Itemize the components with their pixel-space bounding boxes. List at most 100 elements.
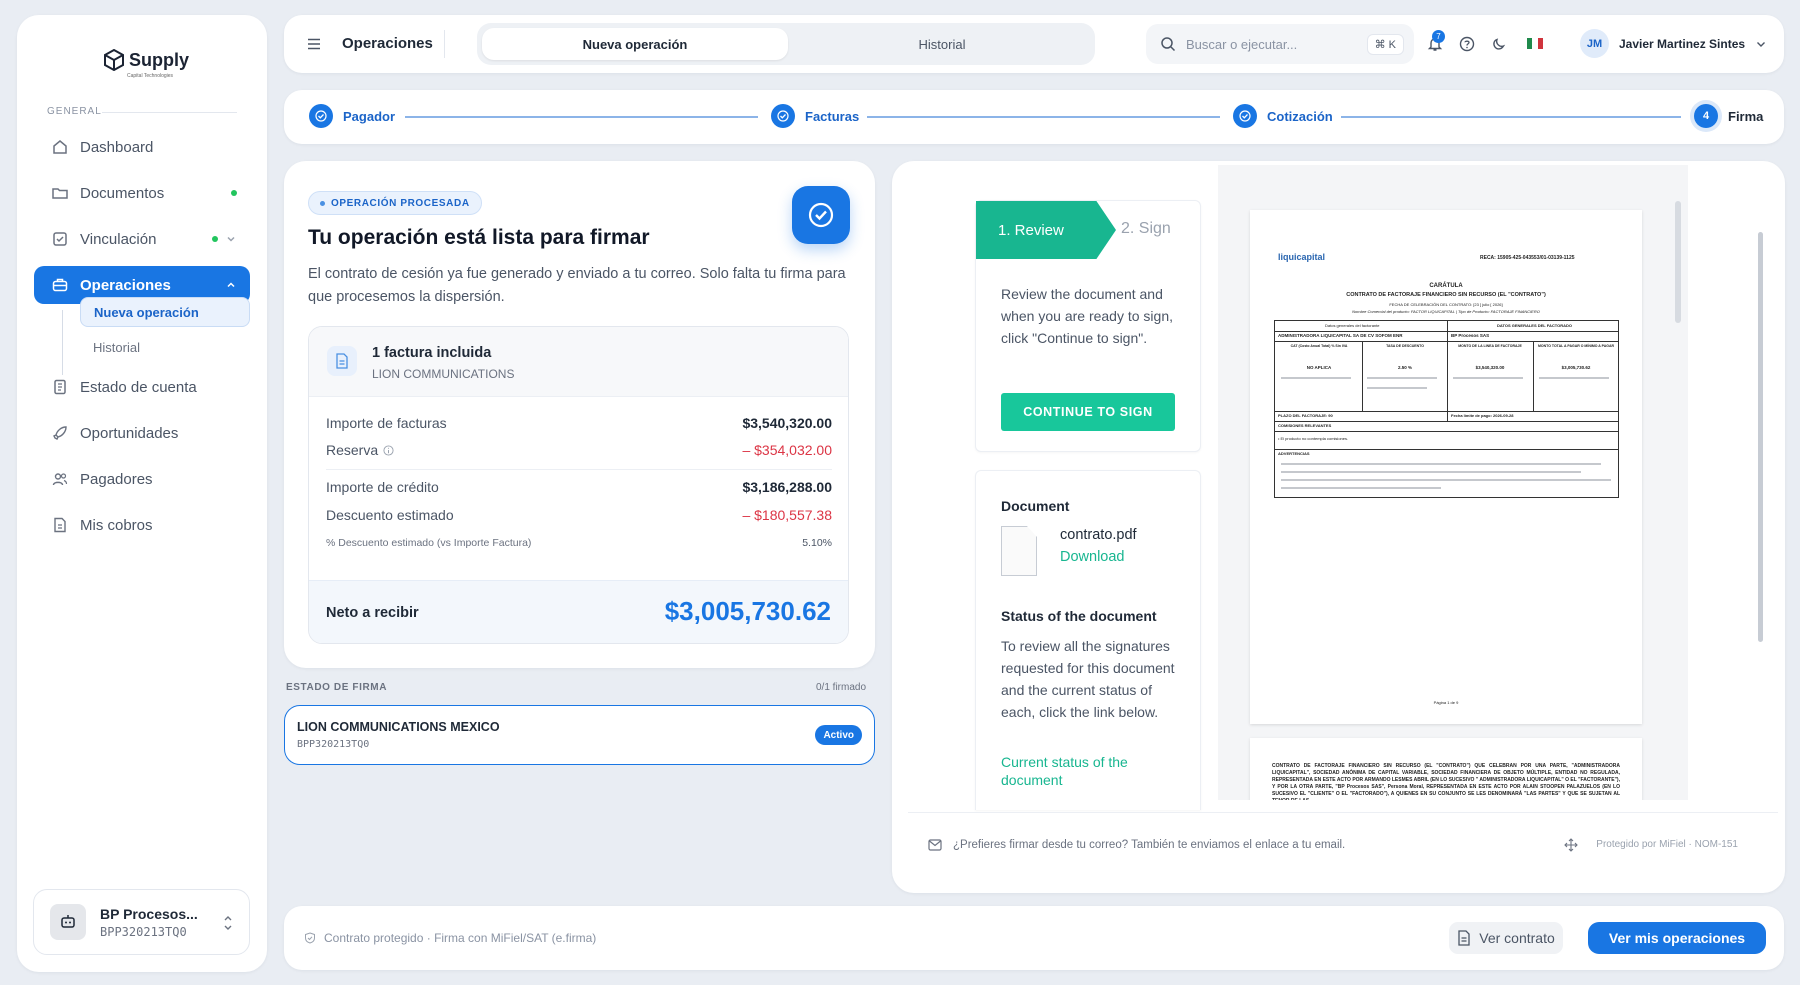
table-header: Datos generales del factorante [1325, 323, 1380, 328]
ledger-icon [52, 379, 68, 395]
notification-badge: 7 [1432, 30, 1445, 43]
table-party: ADMINISTRADORA LIQUICAPITAL SA DE CV SOF… [1278, 333, 1403, 338]
row-label: Importe de crédito [326, 479, 439, 495]
search-placeholder: Buscar o ejecutar... [1186, 36, 1298, 52]
mail-icon [928, 839, 942, 851]
invoice-payer: LION COMMUNICATIONS [372, 367, 515, 381]
success-check-icon [792, 186, 850, 244]
view-contract-label: Ver contrato [1479, 930, 1555, 946]
row-label: Descuento estimado [326, 507, 454, 523]
signature-count: 0/1 firmado [816, 682, 867, 693]
table-cell: Fecha límite de pago: 2026-09-28 [1451, 413, 1514, 418]
sidebar-item-oportunidades[interactable]: Oportunidades [34, 414, 250, 452]
net-label: Neto a recibir [326, 605, 419, 621]
chevron-updown-icon [224, 916, 232, 930]
status-dot [231, 190, 237, 196]
document-card: Document contrato.pdf Download Status of… [975, 470, 1201, 810]
sidebar-item-mis-cobros[interactable]: Mis cobros [34, 506, 250, 544]
search-icon [1161, 37, 1176, 52]
user-menu[interactable]: JM Javier Martinez Sintes [1580, 29, 1767, 58]
signature-status-label: ESTADO DE FIRMA [286, 682, 388, 693]
scrollbar[interactable] [1758, 232, 1763, 642]
sidebar-item-estado-de-cuenta[interactable]: Estado de cuenta [34, 368, 250, 406]
summary-title: Tu operación está lista para firmar [308, 226, 650, 249]
step-label: Cotización [1267, 108, 1333, 124]
doc-heading: CARÁTULA [1429, 283, 1463, 289]
view-operations-button[interactable]: Ver mis operaciones [1588, 922, 1766, 954]
search-input[interactable]: Buscar o ejecutar... ⌘ K [1146, 24, 1414, 64]
table-cell: COMISIONES RELEVANTES [1278, 423, 1332, 428]
tab-sign[interactable]: 2. Sign [1121, 220, 1171, 238]
row-value: $3,540,320.00 [742, 415, 832, 431]
status-badge: OPERACIÓN PROCESADA [308, 191, 482, 215]
summary-description: El contrato de cesión ya fue generado y … [308, 266, 846, 305]
sidebar-item-label: Documentos [80, 184, 165, 202]
help-icon[interactable] [1458, 35, 1476, 53]
row-value: 5.10% [802, 537, 832, 549]
sidebar-item-label: Estado de cuenta [80, 378, 197, 396]
sidebar-item-pagadores[interactable]: Pagadores [34, 460, 250, 498]
download-link[interactable]: Download [1060, 549, 1125, 565]
row-label: Reserva [326, 442, 379, 458]
tab-historial[interactable]: Historial [795, 28, 1089, 60]
step-facturas[interactable]: Facturas [771, 104, 859, 128]
document-preview[interactable]: liquicapital RECA: 15905-425-043553/01-0… [1218, 165, 1688, 800]
mexico-flag-icon[interactable] [1527, 38, 1543, 49]
row-value: – $354,032.00 [742, 442, 832, 458]
view-contract-button[interactable]: Ver contrato [1449, 922, 1563, 954]
step-cotizacion[interactable]: Cotización [1233, 104, 1333, 128]
progress-stepper: Pagador Facturas Cotización 4 Firma [284, 90, 1784, 144]
status-link[interactable]: Current status of the document [1001, 753, 1171, 789]
step-number: 4 [1694, 104, 1718, 128]
account-switcher[interactable]: BP Procesos... BPP320213TQ0 [33, 889, 250, 955]
status-description: To review all the signatures requested f… [1001, 638, 1175, 720]
user-name: Javier Martinez Sintes [1619, 36, 1746, 51]
tab-review[interactable]: 1. Review [976, 201, 1116, 259]
operation-summary-card: OPERACIÓN PROCESADA Tu operación está li… [284, 161, 875, 668]
reca-number: RECA: 15905-425-043553/01-03139-1125 [1480, 255, 1575, 261]
table-cell: • El producto no contempla comisiones. [1278, 436, 1349, 441]
sidebar-item-dashboard[interactable]: Dashboard [34, 128, 250, 166]
chevron-down-icon[interactable] [226, 234, 236, 244]
cube-logo-icon [104, 49, 124, 71]
sidebar-item-label: Dashboard [80, 138, 154, 156]
signer-name: LION COMMUNICATIONS MEXICO [297, 720, 500, 734]
mifiel-protection: Protegido por MiFiel · NOM-151 [1596, 839, 1738, 850]
table-column-header: MONTO DE LA LINEA DE FACTORAJE [1458, 344, 1522, 348]
sidebar-item-documentos[interactable]: Documentos [34, 174, 250, 212]
continue-to-sign-button[interactable]: CONTINUE TO SIGN [1001, 393, 1175, 431]
signing-tabs: 1. Review 2. Sign [976, 201, 1200, 259]
step-firma[interactable]: 4 Firma [1694, 104, 1763, 128]
brand-logo[interactable]: Supply [103, 49, 189, 71]
page-text: CONTRATO DE FACTORAJE FINANCIERO SIN REC… [1272, 763, 1620, 800]
contract-protection-note: Contrato protegido · Firma con MiFiel/SA… [304, 931, 596, 945]
row-importe-facturas: Importe de facturas $3,540,320.00 [326, 415, 832, 431]
moon-icon[interactable] [1490, 35, 1508, 53]
submenu-item-nueva-operacion[interactable]: Nueva operación [80, 297, 250, 327]
briefcase-icon [52, 277, 68, 293]
row-descuento: Descuento estimado – $180,557.38 [326, 507, 832, 523]
row-label: % Descuento estimado (vs Importe Factura… [326, 537, 532, 549]
step-pagador[interactable]: Pagador [309, 104, 395, 128]
row-pct-descuento: % Descuento estimado (vs Importe Factura… [326, 537, 832, 549]
table-cell: NO APLICA [1306, 365, 1332, 370]
sidebar-item-label: Oportunidades [80, 424, 179, 442]
move-icon[interactable] [1564, 838, 1578, 852]
hamburger-menu-icon[interactable] [306, 36, 322, 52]
shortcut-hint: ⌘ K [1366, 34, 1404, 55]
page-number: Página 1 de 9 [1433, 700, 1459, 705]
preview-scrollbar[interactable] [1675, 201, 1681, 323]
divider [326, 469, 832, 470]
submenu-item-historial[interactable]: Historial [80, 332, 250, 362]
operation-tabs: Nueva operación Historial [477, 23, 1095, 65]
tab-nueva-operacion[interactable]: Nueva operación [482, 28, 788, 60]
signer-card[interactable]: LION COMMUNICATIONS MEXICO BPP320213TQ0 … [284, 705, 875, 765]
folder-icon [52, 185, 68, 201]
sidebar-item-label: Vinculación [80, 230, 157, 248]
info-icon[interactable] [383, 444, 394, 456]
signer-status-badge: Activo [815, 725, 862, 745]
shield-check-icon [305, 932, 315, 944]
document-heading: Document [1001, 498, 1070, 514]
table-cell: $3,005,730.62 [1561, 365, 1591, 370]
invoice-header: 1 factura incluida LION COMMUNICATIONS [309, 327, 848, 397]
